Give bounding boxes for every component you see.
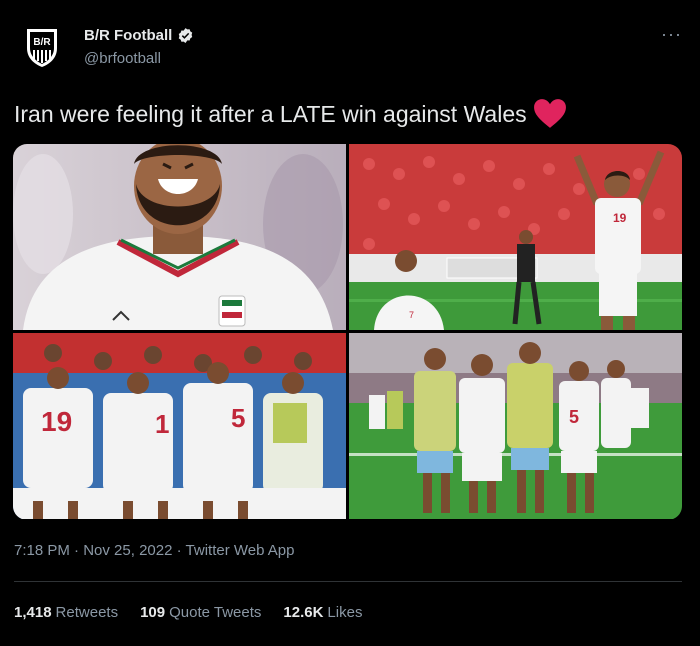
- quote-tweets-stat[interactable]: 109 Quote Tweets: [140, 604, 261, 621]
- more-horizontal-icon[interactable]: ···: [661, 24, 682, 45]
- svg-text:7: 7: [409, 310, 414, 320]
- verified-badge-icon: [179, 28, 193, 43]
- meta-separator-2: ·: [176, 542, 182, 559]
- br-football-avatar[interactable]: B/R: [24, 26, 60, 68]
- jersey-number-5: 5: [569, 407, 579, 427]
- tweet-date[interactable]: Nov 25, 2022: [83, 542, 172, 559]
- tweet-meta: 7:18 PM · Nov 25, 2022 · Twitter Web App: [14, 542, 294, 559]
- retweets-label: Retweets: [55, 604, 119, 621]
- retweets-stat[interactable]: 1,418 Retweets: [14, 604, 118, 621]
- jersey-number-19-huddle: 19: [41, 406, 72, 437]
- red-heart-emoji-icon: [533, 99, 566, 128]
- user-handle[interactable]: @brfootball: [84, 50, 161, 67]
- tweet-header: B/R B/R Football @brfootball ···: [16, 22, 684, 72]
- quote-tweets-count: 109: [140, 604, 166, 621]
- meta-separator-1: ·: [74, 542, 80, 559]
- quote-tweets-label: Quote Tweets: [169, 604, 262, 621]
- svg-text:1: 1: [155, 409, 169, 439]
- media-image-3[interactable]: 19 1 5: [13, 333, 346, 519]
- jersey-number-19-top: 19: [613, 211, 627, 225]
- svg-text:5: 5: [231, 403, 245, 433]
- media-image-4[interactable]: 5: [349, 333, 682, 519]
- divider: [14, 581, 682, 582]
- name-row: B/R Football: [84, 27, 194, 44]
- retweets-count: 1,418: [14, 604, 52, 621]
- tweet-stats: 1,418 Retweets 109 Quote Tweets 12.6K Likes: [14, 604, 362, 621]
- tweet-time[interactable]: 7:18 PM: [14, 542, 70, 559]
- avatar-logo-text: B/R: [33, 37, 51, 48]
- media-grid: 7 19 19 1 5 5: [13, 144, 682, 520]
- media-image-2[interactable]: 7 19: [349, 144, 682, 330]
- likes-stat[interactable]: 12.6K Likes: [283, 604, 362, 621]
- likes-count: 12.6K: [283, 604, 324, 621]
- media-image-1[interactable]: [13, 144, 346, 330]
- tweet-source[interactable]: Twitter Web App: [186, 542, 295, 559]
- tweet-text: Iran were feeling it after a LATE win ag…: [14, 98, 567, 130]
- tweet-text-content: Iran were feeling it after a LATE win ag…: [14, 100, 527, 127]
- likes-label: Likes: [327, 604, 363, 621]
- display-name[interactable]: B/R Football: [84, 27, 172, 44]
